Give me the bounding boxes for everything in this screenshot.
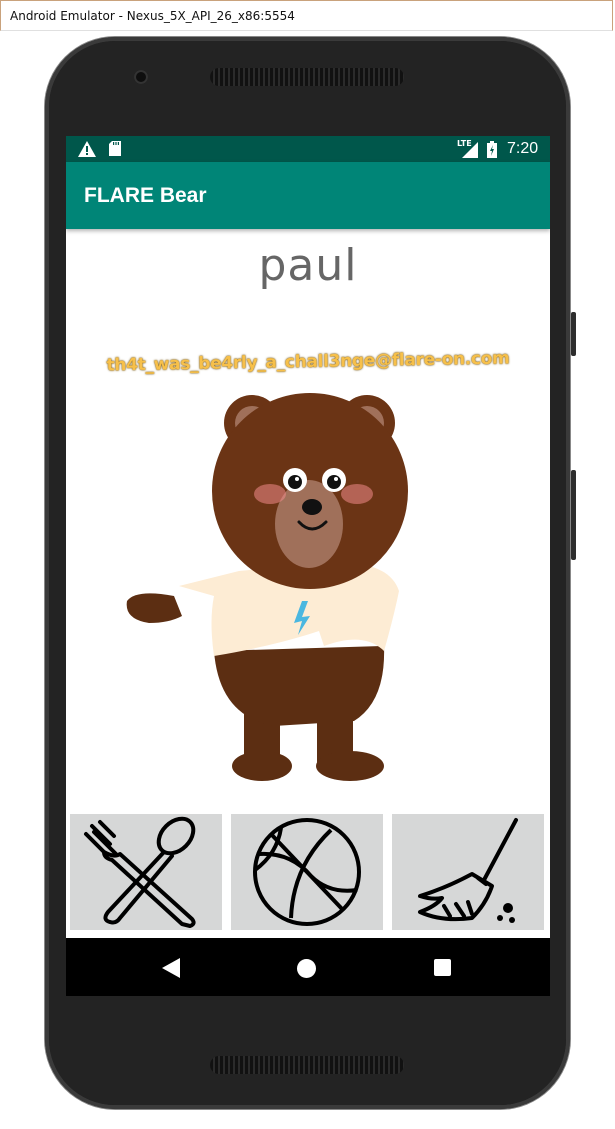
ball-icon — [253, 818, 361, 926]
sd-card-icon — [109, 141, 121, 156]
status-bar: LTE 7:20 — [66, 136, 550, 162]
fork-spoon-icon — [84, 816, 196, 928]
top-speaker — [210, 68, 404, 86]
back-icon[interactable] — [162, 958, 180, 978]
signal-icon — [462, 142, 478, 158]
bear-name: paul — [258, 240, 358, 291]
phone-screen: LTE 7:20 FLARE Bear paul th4t_was_be4rly… — [66, 136, 550, 996]
emulator-title-bar: Android Emulator - Nexus_5X_API_26_x86:5… — [0, 0, 613, 31]
emulator-title: Android Emulator - Nexus_5X_API_26_x86:5… — [10, 9, 295, 23]
recents-icon[interactable] — [434, 959, 451, 976]
bottom-speaker — [210, 1056, 404, 1074]
app-bar: FLARE Bear — [66, 162, 550, 229]
warning-icon — [78, 141, 96, 157]
power-button[interactable] — [571, 312, 576, 356]
home-icon[interactable] — [297, 959, 316, 978]
flag-text: th4t_was_be4rly_a_chall3nge@flare-on.com — [106, 348, 510, 376]
clean-button[interactable] — [392, 814, 544, 930]
app-title: FLARE Bear — [84, 184, 207, 207]
broom-icon — [418, 818, 518, 923]
navigation-bar — [66, 938, 550, 996]
action-bar — [66, 812, 550, 938]
bear-image[interactable] — [124, 391, 414, 791]
battery-icon — [487, 141, 497, 158]
feed-button[interactable] — [70, 814, 222, 930]
front-camera — [134, 70, 148, 84]
clock: 7:20 — [507, 140, 539, 157]
volume-button[interactable] — [571, 470, 576, 560]
play-button[interactable] — [231, 814, 383, 930]
